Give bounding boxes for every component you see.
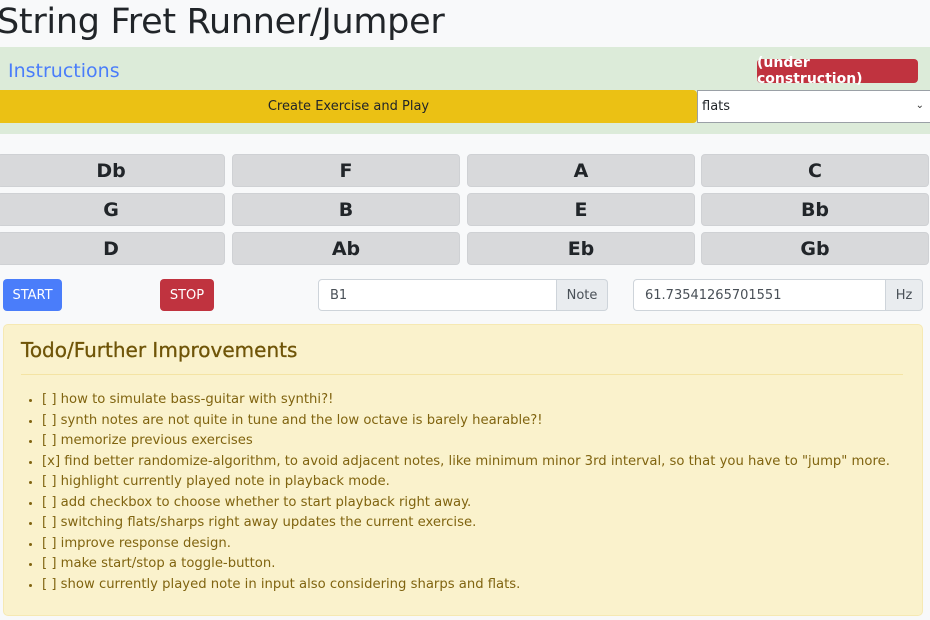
under-construction-badge: (under construction)	[757, 55, 918, 87]
page-title: String Fret Runner/Jumper	[0, 2, 445, 42]
frequency-input[interactable]	[633, 279, 886, 311]
todo-item: [ ] make start/stop a toggle-button.	[42, 554, 890, 575]
note-button[interactable]: G	[0, 193, 225, 226]
todo-item: [x] find better randomize-algorithm, to …	[42, 452, 890, 473]
note-button[interactable]: A	[467, 154, 695, 187]
note-button[interactable]: Bb	[701, 193, 929, 226]
note-input[interactable]	[318, 279, 557, 311]
todo-item: [ ] improve response design.	[42, 534, 890, 555]
note-button[interactable]: Db	[0, 154, 225, 187]
note-button[interactable]: C	[701, 154, 929, 187]
hz-addon-label: Hz	[886, 279, 923, 311]
frequency-input-group: Hz	[633, 279, 923, 311]
todo-card: Todo/Further Improvements [ ] how to sim…	[3, 324, 923, 616]
start-button[interactable]: START	[3, 279, 62, 311]
todo-divider	[21, 374, 903, 375]
todo-item: [ ] memorize previous exercises	[42, 431, 890, 452]
todo-title: Todo/Further Improvements	[21, 338, 298, 362]
note-button[interactable]: B	[232, 193, 460, 226]
todo-item: [ ] how to simulate bass-guitar with syn…	[42, 390, 890, 411]
page: String Fret Runner/Jumper Instructions (…	[0, 0, 930, 620]
todo-item: [ ] show currently played note in input …	[42, 575, 890, 596]
instructions-link[interactable]: Instructions	[8, 60, 120, 82]
todo-item: [ ] add checkbox to choose whether to st…	[42, 493, 890, 514]
note-button[interactable]: Eb	[467, 232, 695, 265]
note-button[interactable]: E	[467, 193, 695, 226]
note-button[interactable]: Ab	[232, 232, 460, 265]
note-input-group: Note	[318, 279, 608, 311]
note-button[interactable]: F	[232, 154, 460, 187]
note-button[interactable]: D	[0, 232, 225, 265]
todo-item: [ ] switching flats/sharps right away up…	[42, 513, 890, 534]
todo-item: [ ] synth notes are not quite in tune an…	[42, 411, 890, 432]
accidental-select[interactable]: flats ⌄	[697, 90, 930, 123]
note-button[interactable]: Gb	[701, 232, 929, 265]
accidental-select-value: flats	[702, 99, 731, 114]
note-addon-label: Note	[557, 279, 608, 311]
todo-list: [ ] how to simulate bass-guitar with syn…	[42, 390, 890, 595]
stop-button[interactable]: STOP	[160, 279, 214, 311]
todo-item: [ ] highlight currently played note in p…	[42, 472, 890, 493]
create-exercise-button[interactable]: Create Exercise and Play	[0, 90, 697, 123]
chevron-down-icon: ⌄	[915, 100, 924, 111]
